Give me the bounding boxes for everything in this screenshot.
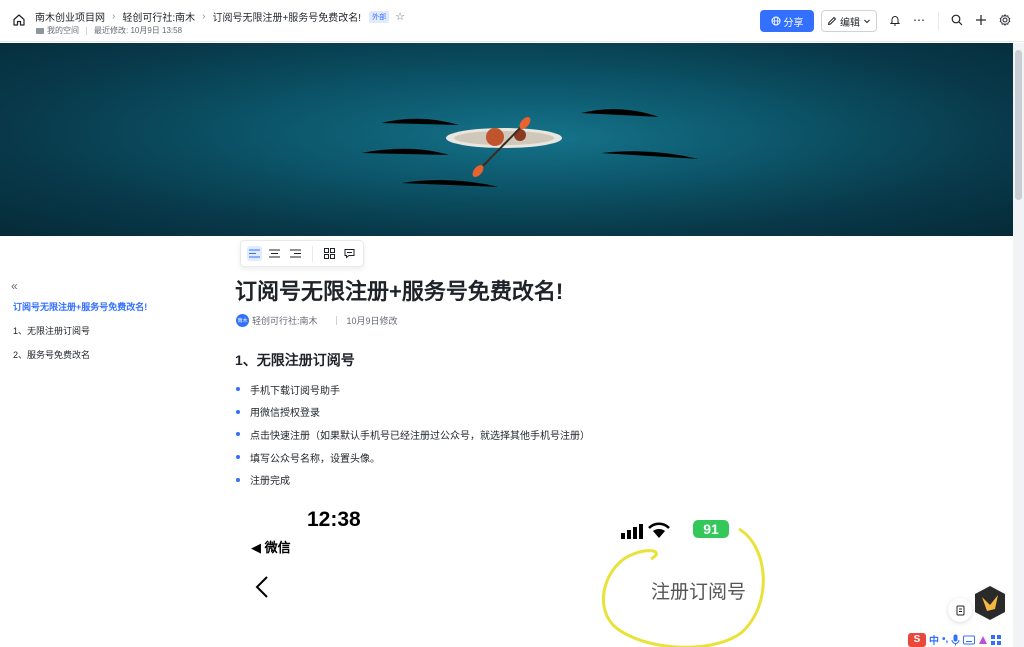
toolbar-divider <box>938 12 939 30</box>
toolbar-divider <box>311 245 313 262</box>
breadcrumb-separator: › <box>112 11 116 22</box>
highlight-circle <box>602 527 765 647</box>
page-title: 订阅号无限注册+服务号免费改名! <box>235 279 564 304</box>
star-icon[interactable]: ☆ <box>395 10 405 23</box>
align-center-icon[interactable] <box>268 246 283 261</box>
microphone-icon[interactable] <box>951 634 960 646</box>
assistant-icon[interactable] <box>973 585 1007 621</box>
bell-icon[interactable] <box>888 13 902 27</box>
share-label: 分享 <box>783 17 804 29</box>
author-line: 南木 轻创可行社:南木 10月9日修改 <box>236 314 398 327</box>
modified-date: 10月9日修改 <box>346 316 398 326</box>
block-toolbar <box>240 240 364 267</box>
more-icon[interactable]: ⋯ <box>912 13 926 27</box>
meta-divider <box>86 26 87 35</box>
ime-logo-icon[interactable]: S <box>908 632 926 647</box>
list-item-text: 填写公众号名称，设置头像。 <box>250 453 380 465</box>
top-bar: 南木创业项目网 › 轻创可行社:南木 › 订阅号无限注册+服务号免费改名! 外部… <box>0 0 1024 42</box>
meta-location[interactable]: 我的空间 <box>47 25 79 36</box>
bullet-list: 手机下载订阅号助手 用微信授权登录 点击快速注册（如果默认手机号已经注册过公众号… <box>236 378 590 491</box>
ime-mode[interactable]: 中 <box>929 632 939 647</box>
bullet-dot <box>236 387 240 392</box>
bullet-dot <box>236 432 240 437</box>
outline-item-title[interactable]: 订阅号无限注册+服务号免费改名! <box>13 300 147 313</box>
edit-label: 编辑 <box>840 17 860 29</box>
plus-icon[interactable] <box>974 13 988 27</box>
outline-item-2[interactable]: 2、服务号免费改名 <box>13 348 147 361</box>
home-icon[interactable] <box>12 13 26 27</box>
document-icon <box>956 605 964 615</box>
list-item: 用微信授权登录 <box>236 401 590 424</box>
phone-back-app: ◀ 微信 <box>251 540 291 555</box>
keyboard-icon[interactable] <box>963 635 976 645</box>
doc-helper-button[interactable] <box>948 598 972 622</box>
share-button[interactable]: 分享 <box>760 10 814 32</box>
punctuation-icon[interactable]: •, <box>942 634 948 645</box>
comment-icon[interactable] <box>342 246 357 261</box>
search-icon[interactable] <box>950 13 964 27</box>
cover-image <box>0 43 1013 236</box>
breadcrumb-separator: › <box>202 11 206 22</box>
embedded-screenshot[interactable]: 12:38 ◀ 微信 91 注册订阅号 <box>235 495 775 647</box>
back-chevron-icon <box>255 576 268 598</box>
gear-icon[interactable] <box>998 13 1012 27</box>
doc-meta: 我的空间 最近修改: 10月9日 13:58 <box>36 25 182 36</box>
phone-time: 12:38 <box>307 508 361 531</box>
folder-icon <box>36 27 44 34</box>
grid-icon[interactable] <box>322 246 337 261</box>
author-divider <box>335 316 337 325</box>
breadcrumb-item-doc[interactable]: 订阅号无限注册+服务号免费改名! <box>212 9 361 24</box>
apps-grid-icon[interactable] <box>991 634 1002 645</box>
collapse-outline-icon[interactable]: « <box>11 279 18 293</box>
align-left-icon[interactable] <box>247 246 262 261</box>
bullet-dot <box>236 477 240 482</box>
list-item: 填写公众号名称，设置头像。 <box>236 446 590 469</box>
chevron-down-icon <box>864 19 870 24</box>
meta-modified: 最近修改: 10月9日 13:58 <box>94 26 183 35</box>
breadcrumb: 南木创业项目网 › 轻创可行社:南木 › 订阅号无限注册+服务号免费改名! 外部… <box>35 9 405 24</box>
system-tray: S 中 •, <box>908 632 1002 647</box>
outline-item-1[interactable]: 1、无限注册订阅号 <box>13 324 147 337</box>
edit-button[interactable]: 编辑 <box>821 10 877 32</box>
list-item-text: 点击快速注册（如果默认手机号已经注册过公众号，就选择其他手机号注册） <box>250 430 590 442</box>
bullet-dot <box>236 455 240 460</box>
bullet-dot <box>236 409 240 414</box>
list-item-text: 注册完成 <box>250 476 290 488</box>
avatar[interactable]: 南木 <box>236 314 249 327</box>
list-item: 手机下载订阅号助手 <box>236 378 590 401</box>
align-right-icon[interactable] <box>288 246 303 261</box>
external-tag: 外部 <box>369 10 390 23</box>
outline-panel: 订阅号无限注册+服务号免费改名! 1、无限注册订阅号 2、服务号免费改名 <box>13 300 147 372</box>
author-name[interactable]: 轻创可行社:南木 <box>252 314 318 327</box>
list-item-text: 用微信授权登录 <box>250 408 320 420</box>
kayak-illustration <box>0 43 1013 236</box>
scrollbar-thumb[interactable] <box>1015 50 1022 200</box>
skin-icon[interactable] <box>978 635 988 645</box>
list-item: 注册完成 <box>236 468 590 491</box>
list-item: 点击快速注册（如果默认手机号已经注册过公众号，就选择其他手机号注册） <box>236 423 590 446</box>
breadcrumb-item-space[interactable]: 轻创可行社:南木 <box>122 9 195 24</box>
breadcrumb-item-site[interactable]: 南木创业项目网 <box>35 9 105 24</box>
list-item-text: 手机下载订阅号助手 <box>250 385 340 397</box>
section-heading: 1、无限注册订阅号 <box>235 352 355 368</box>
globe-icon <box>771 16 780 26</box>
pencil-icon <box>827 16 837 26</box>
